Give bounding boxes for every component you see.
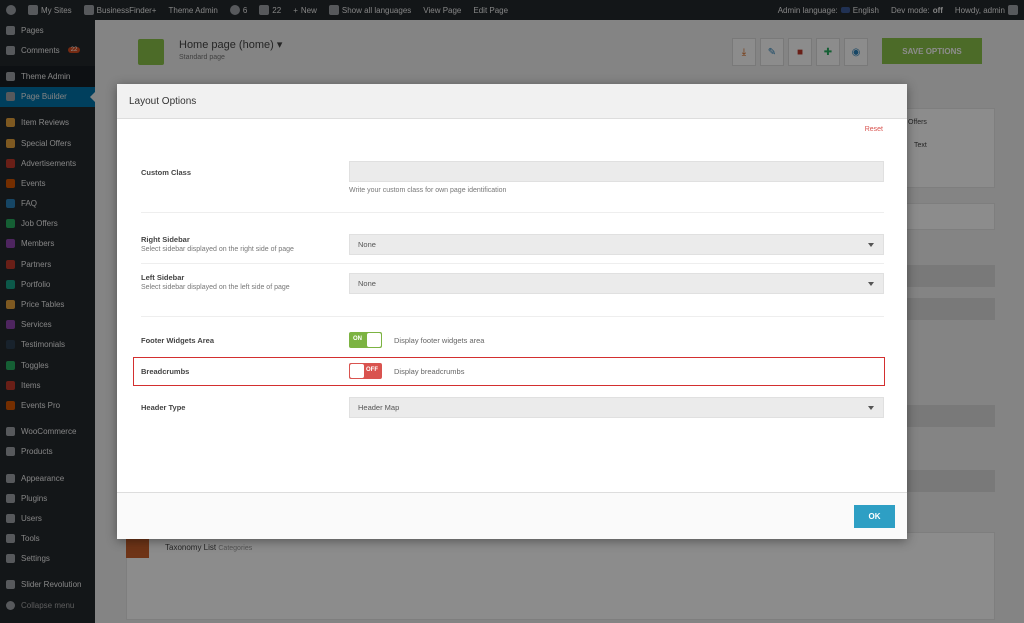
left-sidebar-desc: Select sidebar displayed on the left sid… <box>141 284 290 291</box>
footer-widgets-desc: Display footer widgets area <box>394 336 485 345</box>
left-sidebar-label: Left Sidebar <box>141 273 185 282</box>
ok-button[interactable]: OK <box>854 505 895 528</box>
left-sidebar-value: None <box>358 279 376 288</box>
toggle-state: ON <box>353 336 362 342</box>
right-sidebar-value: None <box>358 240 376 249</box>
modal-title: Layout Options <box>117 84 907 119</box>
toggle-knob <box>350 364 364 378</box>
breadcrumbs-highlight <box>133 357 885 386</box>
right-sidebar-select[interactable]: None <box>349 234 884 255</box>
header-type-select[interactable]: Header Map <box>349 397 884 418</box>
breadcrumbs-toggle[interactable]: OFF <box>349 363 382 379</box>
left-sidebar-select[interactable]: None <box>349 273 884 294</box>
header-type-label: Header Type <box>141 403 186 412</box>
toggle-knob <box>367 333 381 347</box>
right-sidebar-label: Right Sidebar <box>141 235 190 244</box>
breadcrumbs-label: Breadcrumbs <box>141 367 190 376</box>
chevron-down-icon <box>868 243 874 250</box>
custom-class-label: Custom Class <box>141 168 192 177</box>
chevron-down-icon <box>868 406 874 413</box>
modal-footer: OK <box>117 492 907 539</box>
right-sidebar-desc: Select sidebar displayed on the right si… <box>141 246 294 253</box>
divider <box>141 316 884 317</box>
divider <box>141 263 884 264</box>
layout-options-modal: Layout Options Reset Custom Class Write … <box>117 84 907 539</box>
chevron-down-icon <box>868 282 874 289</box>
custom-class-help: Write your custom class for own page ide… <box>349 187 507 194</box>
toggle-state: OFF <box>366 367 378 373</box>
breadcrumbs-desc: Display breadcrumbs <box>394 367 465 376</box>
custom-class-input[interactable] <box>349 161 884 182</box>
header-type-value: Header Map <box>358 403 400 412</box>
footer-widgets-toggle[interactable]: ON <box>349 332 382 348</box>
footer-widgets-label: Footer Widgets Area <box>141 336 214 345</box>
reset-link[interactable]: Reset <box>865 126 883 133</box>
divider <box>141 212 884 213</box>
